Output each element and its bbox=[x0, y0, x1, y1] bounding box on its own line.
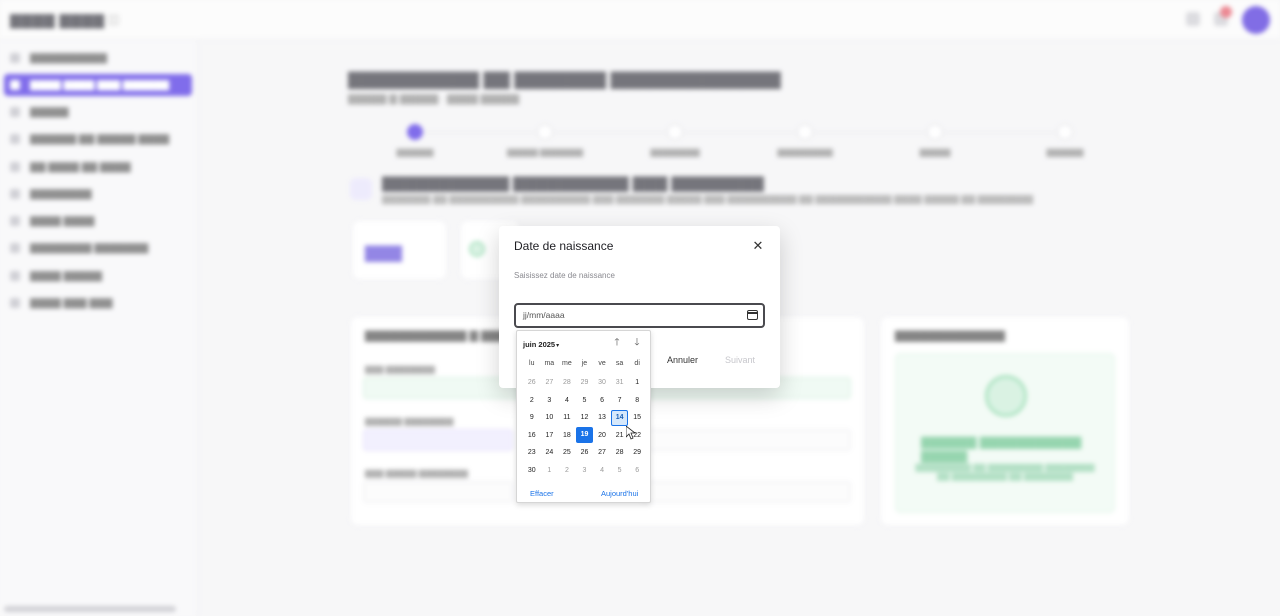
calendar-day[interactable]: 5 bbox=[576, 394, 594, 412]
close-icon[interactable]: ✕ bbox=[750, 238, 766, 254]
weekday-label: ve bbox=[598, 360, 606, 367]
calendar-day[interactable]: 11 bbox=[558, 411, 576, 429]
today-button[interactable]: Aujourd'hui bbox=[601, 489, 638, 498]
calendar-day[interactable]: 16 bbox=[523, 429, 541, 447]
calendar-week-row: 23 24 25 26 27 28 29 bbox=[523, 446, 646, 464]
calendar-day[interactable]: 31 bbox=[611, 376, 629, 394]
calendar-day[interactable]: 23 bbox=[523, 446, 541, 464]
calendar-day[interactable]: 4 bbox=[558, 394, 576, 412]
calendar-day[interactable]: 29 bbox=[628, 446, 646, 464]
calendar-day[interactable]: 2 bbox=[558, 464, 576, 482]
month-label: juin 2025 bbox=[523, 340, 556, 349]
calendar-day[interactable]: 8 bbox=[628, 394, 646, 412]
cancel-button[interactable]: Annuler bbox=[667, 355, 698, 365]
calendar-day[interactable]: 26 bbox=[576, 446, 594, 464]
calendar-day[interactable]: 9 bbox=[523, 411, 541, 429]
calendar-day[interactable]: 14 bbox=[610, 409, 629, 426]
calendar-day[interactable]: 12 bbox=[576, 411, 594, 429]
arrow-down-icon[interactable]: 🡓 bbox=[631, 337, 643, 349]
date-picker-popup: juin 2025▾ 🡑 🡓 lu ma me je ve sa di 26 27 28 29 30… bbox=[516, 330, 651, 503]
calendar-day[interactable]: 30 bbox=[523, 464, 541, 482]
calendar-day[interactable]: 13 bbox=[593, 411, 611, 429]
calendar-day[interactable]: 6 bbox=[593, 394, 611, 412]
calendar-day[interactable]: 27 bbox=[541, 376, 559, 394]
calendar-day[interactable]: 29 bbox=[576, 376, 594, 394]
calendar-day[interactable]: 26 bbox=[523, 376, 541, 394]
next-button[interactable]: Suivant bbox=[725, 355, 755, 365]
calendar-day[interactable]: 6 bbox=[628, 464, 646, 482]
dialog-title: Date de naissance bbox=[514, 239, 614, 253]
weekday-label: di bbox=[634, 360, 640, 367]
calendar-week-row: 2345678 bbox=[523, 394, 646, 412]
weekday-label: me bbox=[562, 360, 572, 367]
weekday-label: ma bbox=[544, 360, 555, 367]
calendar-day[interactable]: 24 bbox=[541, 446, 559, 464]
caret-down-icon: ▾ bbox=[556, 343, 560, 349]
birthdate-input[interactable]: jj/mm/aaaa bbox=[514, 303, 765, 328]
calendar-grid: lu ma me je ve sa di 26 27 28 29 30 31 1 2 3 4 5 6 7 8 9 10 11… bbox=[523, 360, 646, 482]
calendar-day[interactable]: 3 bbox=[576, 464, 594, 482]
clear-button[interactable]: Effacer bbox=[530, 489, 554, 498]
calendar-day[interactable]: 28 bbox=[611, 446, 629, 464]
calendar-day[interactable]: 20 bbox=[593, 429, 611, 447]
calendar-day[interactable]: 5 bbox=[611, 464, 629, 482]
calendar-day[interactable]: 19 bbox=[575, 427, 593, 444]
calendar-day[interactable]: 30 bbox=[593, 376, 611, 394]
calendar-day[interactable]: 3 bbox=[541, 394, 559, 412]
weekday-label: sa bbox=[615, 360, 624, 367]
dialog-help-text: Saisissez date de naissance bbox=[514, 271, 615, 280]
weekday-label: lu bbox=[529, 360, 535, 367]
calendar-day[interactable]: 18 bbox=[558, 429, 576, 447]
calendar-day[interactable]: 4 bbox=[593, 464, 611, 482]
calendar-day[interactable]: 28 bbox=[558, 376, 576, 394]
calendar-day[interactable]: 10 bbox=[541, 411, 559, 429]
month-selector[interactable]: juin 2025▾ bbox=[523, 340, 559, 349]
calendar-day[interactable]: 1 bbox=[541, 464, 559, 482]
date-placeholder: jj/mm/aaaa bbox=[523, 310, 565, 320]
calendar-day[interactable]: 17 bbox=[541, 429, 559, 447]
calendar-day[interactable]: 27 bbox=[593, 446, 611, 464]
calendar-week-row: 26 27 28 29 30 31 1 bbox=[523, 376, 646, 394]
calendar-day[interactable]: 2 bbox=[523, 394, 541, 412]
calendar-day[interactable]: 25 bbox=[558, 446, 576, 464]
weekday-header: lu ma me je ve sa di bbox=[523, 360, 646, 373]
calendar-day[interactable]: 1 bbox=[628, 376, 646, 394]
calendar-day[interactable]: 7 bbox=[611, 394, 629, 412]
calendar-icon[interactable] bbox=[747, 310, 758, 320]
calendar-week-row: 30 1 2 3 4 5 6 bbox=[523, 464, 646, 482]
arrow-up-icon[interactable]: 🡑 bbox=[611, 337, 623, 349]
weekday-label: je bbox=[581, 360, 588, 367]
